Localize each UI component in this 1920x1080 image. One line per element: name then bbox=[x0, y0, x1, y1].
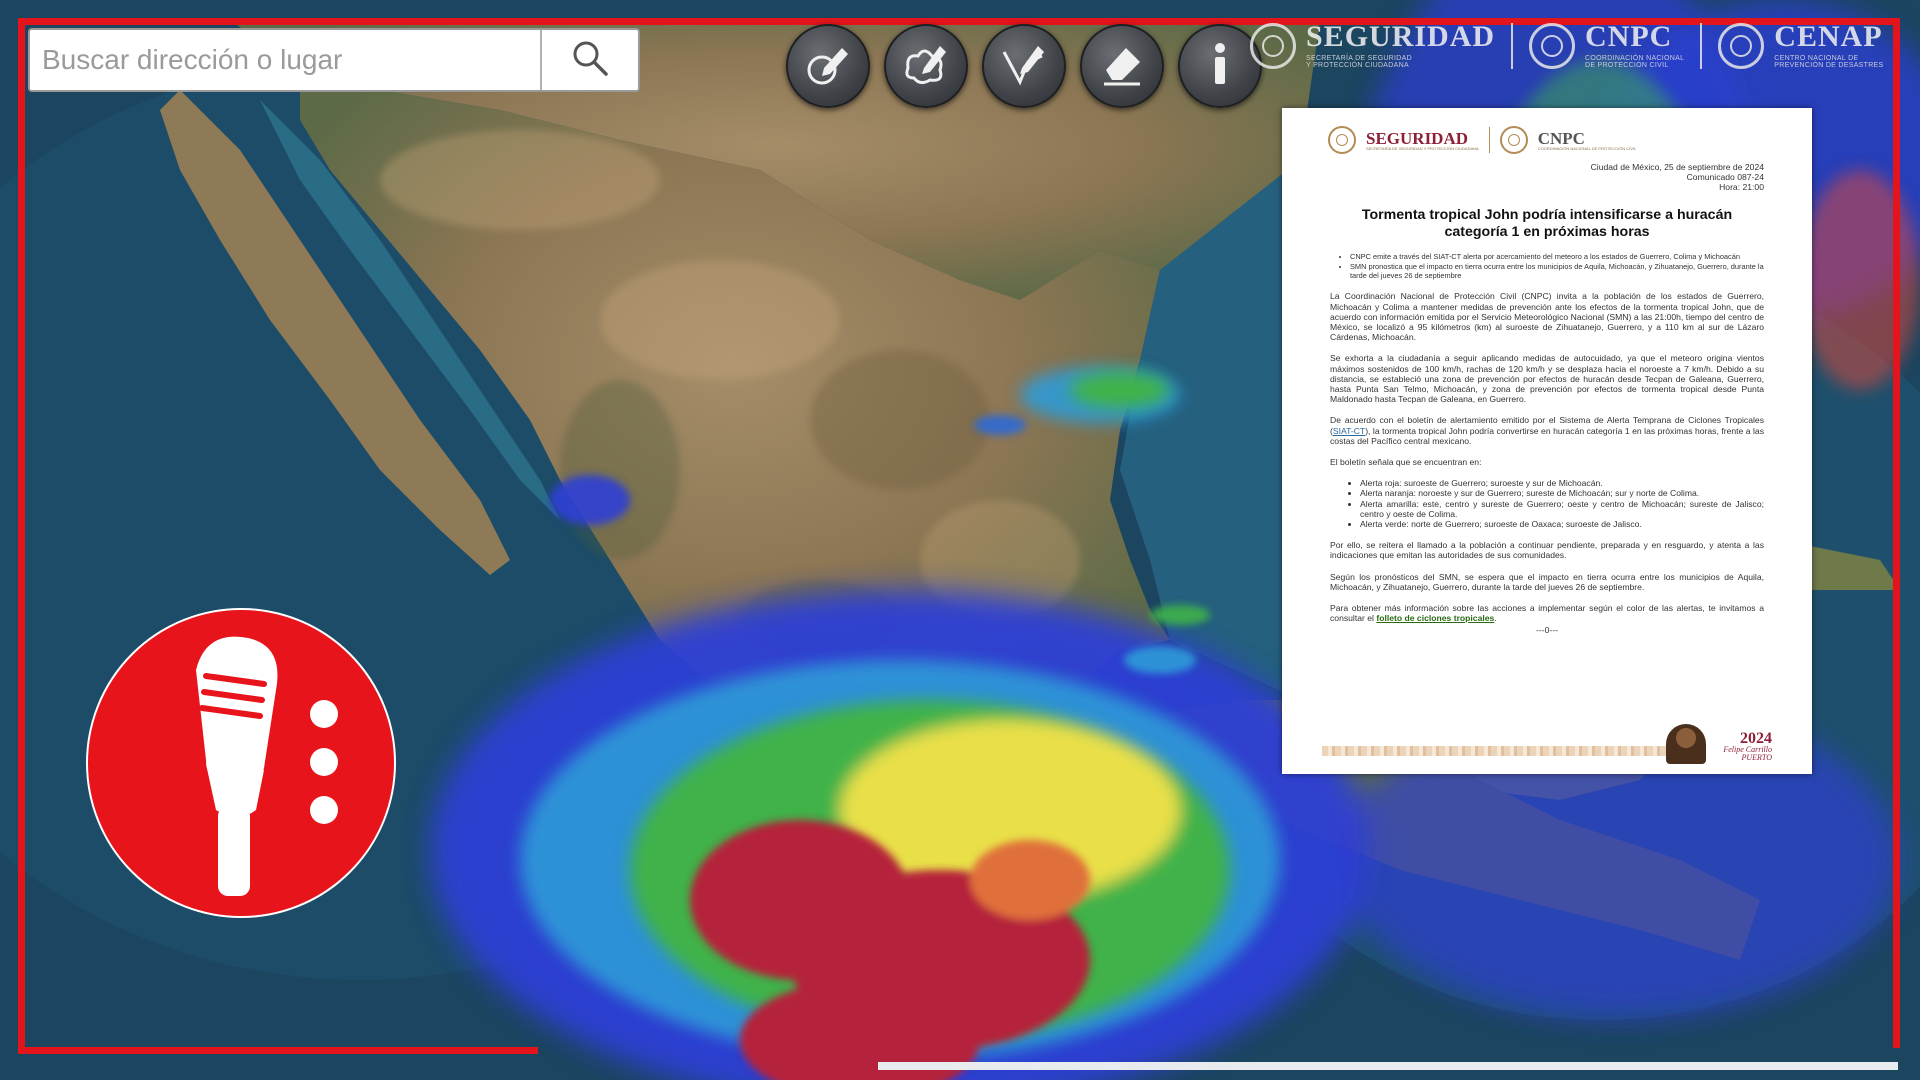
draw-line-icon bbox=[998, 38, 1050, 95]
draw-line-button[interactable] bbox=[982, 24, 1066, 108]
siat-ct-link[interactable]: SIAT-CT bbox=[1333, 426, 1365, 436]
eraser-button[interactable] bbox=[1080, 24, 1164, 108]
alert-amarilla: Alerta amarilla: este, centro y sureste … bbox=[1360, 499, 1764, 519]
alert-roja: Alerta roja: suroeste de Guerrero; suroe… bbox=[1360, 478, 1764, 488]
logo-seguridad: SEGURIDAD SECRETARÍA DE SEGURIDAD Y PROT… bbox=[1250, 22, 1495, 69]
logo-divider bbox=[1511, 22, 1514, 69]
search-input[interactable] bbox=[30, 30, 540, 90]
footer-name: Felipe Carrillo PUERTO bbox=[1723, 745, 1772, 762]
search-button[interactable] bbox=[540, 30, 638, 90]
doc-title: Tormenta tropical John podría intensific… bbox=[1361, 206, 1733, 240]
draw-point-icon bbox=[802, 38, 854, 95]
seal-icon bbox=[1328, 126, 1356, 154]
logo-cnpc: CNPC COORDINACIÓN NACIONAL DE PROTECCIÓN… bbox=[1529, 22, 1684, 69]
doc-logo-title: CNPC bbox=[1537, 128, 1585, 148]
seal-icon bbox=[1718, 22, 1765, 69]
info-icon bbox=[1194, 38, 1246, 95]
doc-place-date: Ciudad de México, 25 de septiembre de 20… bbox=[1590, 162, 1764, 172]
doc-paragraph: La Coordinación Nacional de Protección C… bbox=[1330, 291, 1764, 343]
doc-logos: SEGURIDAD SECRETARÍA DE SEGURIDAD Y PROT… bbox=[1328, 126, 1764, 154]
seal-icon bbox=[1499, 126, 1528, 154]
logo-title: SEGURIDAD bbox=[1306, 20, 1496, 53]
doc-logo-subtitle: COORDINACIÓN NACIONAL DE PROTECCIÓN CIVI… bbox=[1537, 145, 1637, 151]
doc-bullet: CNPC emite a través del SIAT-CT alerta p… bbox=[1350, 252, 1764, 262]
podcast-badge[interactable] bbox=[86, 608, 396, 918]
search-box bbox=[28, 28, 640, 92]
frame-bottom bbox=[18, 1047, 538, 1054]
alert-verde: Alerta verde: norte de Guerrero; suroest… bbox=[1360, 519, 1764, 529]
logo-title: CNPC bbox=[1585, 20, 1673, 53]
draw-polygon-button[interactable] bbox=[884, 24, 968, 108]
frame-left bbox=[18, 18, 25, 1054]
draw-polygon-icon bbox=[900, 38, 952, 95]
microphone-icon bbox=[88, 636, 398, 924]
doc-logo-divider bbox=[1488, 127, 1490, 153]
doc-paragraph: Para obtener más información sobre las a… bbox=[1330, 603, 1764, 624]
doc-separator: ---0--- bbox=[1536, 625, 1558, 636]
doc-paragraph: El boletín señala que se encuentran en: bbox=[1330, 457, 1482, 468]
doc-meta: Ciudad de México, 25 de septiembre de 20… bbox=[1330, 162, 1764, 193]
doc-paragraph: De acuerdo con el boletín de alertamient… bbox=[1330, 415, 1764, 446]
portrait-icon bbox=[1666, 724, 1706, 764]
alert-naranja: Alerta naranja: noroeste y sur de Guerre… bbox=[1360, 488, 1764, 498]
bottom-bar bbox=[878, 1062, 1898, 1070]
header-logos: SEGURIDAD SECRETARÍA DE SEGURIDAD Y PROT… bbox=[1250, 22, 1884, 69]
brochure-link[interactable]: folleto de ciclones tropicales bbox=[1376, 613, 1494, 623]
logo-subtitle: COORDINACIÓN NACIONAL DE PROTECCIÓN CIVI… bbox=[1585, 55, 1685, 69]
logo-subtitle: CENTRO NACIONAL DE PREVENCIÓN DE DESASTR… bbox=[1774, 55, 1884, 69]
frame-right bbox=[1893, 18, 1900, 1048]
seal-icon bbox=[1250, 22, 1296, 69]
doc-logo-subtitle: SECRETARÍA DE SEGURIDAD Y PROTECCIÓN CIU… bbox=[1366, 145, 1479, 151]
logo-title: CENAP bbox=[1774, 20, 1883, 53]
doc-time: Hora: 21:00 bbox=[1719, 182, 1764, 193]
logo-subtitle: SECRETARÍA DE SEGURIDAD Y PROTECCIÓN CIU… bbox=[1306, 55, 1412, 69]
doc-paragraph: Se exhorta a la ciudadanía a seguir apli… bbox=[1330, 353, 1764, 405]
doc-logo-title: SEGURIDAD bbox=[1366, 128, 1469, 148]
doc-bullet: SMN pronostica que el impacto en tierra … bbox=[1350, 262, 1764, 280]
doc-bullets: CNPC emite a través del SIAT-CT alerta p… bbox=[1330, 252, 1764, 281]
eraser-icon bbox=[1096, 38, 1148, 95]
doc-alert-list: Alerta roja: suroeste de Guerrero; suroe… bbox=[1330, 478, 1764, 529]
footer-pattern-band bbox=[1322, 746, 1682, 756]
search-icon bbox=[570, 38, 610, 83]
logo-divider bbox=[1700, 22, 1703, 69]
doc-bulletin-number: Comunicado 087-24 bbox=[1686, 172, 1764, 183]
seal-icon bbox=[1529, 22, 1576, 69]
doc-paragraph: Por ello, se reitera el llamado a la pob… bbox=[1330, 540, 1764, 561]
doc-paragraph: Según los pronósticos del SMN, se espera… bbox=[1330, 571, 1764, 592]
drawing-toolbar bbox=[786, 24, 1262, 108]
draw-point-button[interactable] bbox=[786, 24, 870, 108]
press-release-document: SEGURIDAD SECRETARÍA DE SEGURIDAD Y PROT… bbox=[1282, 108, 1812, 774]
logo-cenapred: CENAP CENTRO NACIONAL DE PREVENCIÓN DE D… bbox=[1718, 22, 1883, 69]
doc-footer: 2024 Felipe Carrillo PUERTO bbox=[1322, 724, 1772, 766]
